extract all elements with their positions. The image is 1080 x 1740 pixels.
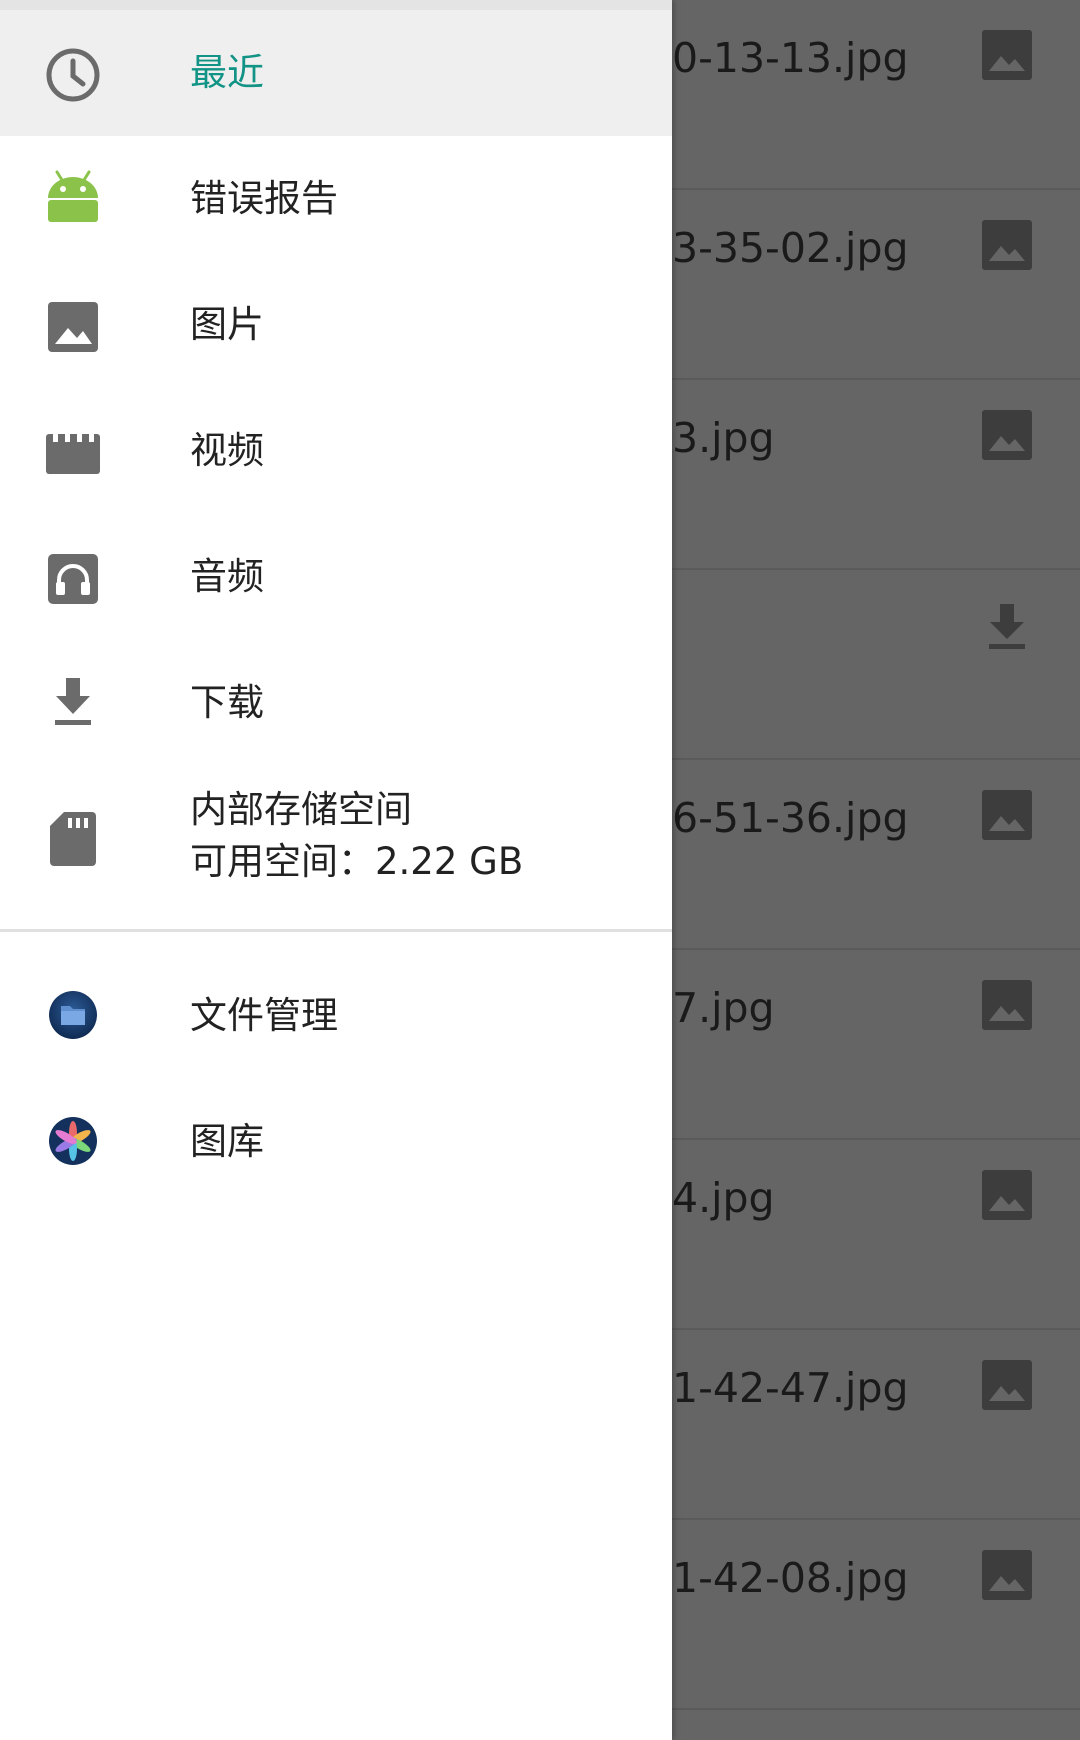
storage-free-space: 可用空间：2.22 GB	[190, 840, 524, 883]
android-icon	[48, 170, 98, 222]
image-icon	[982, 410, 1032, 460]
image-icon	[982, 1360, 1032, 1410]
sd-card-icon	[50, 812, 96, 866]
file-name: 6-51-36.jpg	[672, 794, 909, 842]
video-icon	[46, 434, 100, 474]
file-name: 1-42-47.jpg	[672, 1364, 909, 1412]
nav-item-recent[interactable]: 最近	[0, 10, 672, 136]
file-manager-app-icon	[49, 991, 97, 1039]
nav-item-bug-report[interactable]: 错误报告	[0, 136, 672, 262]
drawer-divider	[0, 929, 672, 932]
nav-item-label: 图片	[190, 303, 264, 346]
image-icon	[982, 220, 1032, 270]
nav-item-label: 视频	[190, 429, 264, 472]
image-icon	[48, 302, 98, 352]
download-icon	[989, 604, 1025, 649]
file-name: 4.jpg	[672, 1174, 775, 1222]
image-icon	[982, 30, 1032, 80]
file-name: 7.jpg	[672, 984, 775, 1032]
nav-item-label: 下载	[190, 681, 264, 724]
audio-icon	[48, 554, 98, 604]
drawer-top-edge	[0, 0, 672, 10]
nav-item-downloads[interactable]: 下载	[0, 640, 672, 766]
nav-item-internal-storage[interactable]: 内部存储空间 可用空间：2.22 GB	[0, 766, 672, 916]
image-icon	[982, 790, 1032, 840]
image-icon	[982, 980, 1032, 1030]
file-name: 0-13-13.jpg	[672, 34, 909, 82]
file-name: 3.jpg	[672, 414, 775, 462]
nav-item-images[interactable]: 图片	[0, 262, 672, 388]
nav-item-file-manager[interactable]: 文件管理	[0, 953, 672, 1079]
nav-item-gallery[interactable]: 图库	[0, 1079, 672, 1205]
clock-icon	[46, 48, 100, 102]
nav-item-videos[interactable]: 视频	[0, 388, 672, 514]
image-icon	[982, 1550, 1032, 1600]
file-name: 3-35-02.jpg	[672, 224, 909, 272]
nav-item-label: 错误报告	[190, 177, 338, 220]
navigation-drawer: 最近 错误报告 图片 视频 音频 下载 内部存储空间 可用空间：2.22 GB …	[0, 0, 672, 1740]
image-icon	[982, 1170, 1032, 1220]
nav-item-label: 文件管理	[190, 994, 338, 1037]
nav-item-label: 音频	[190, 555, 264, 598]
nav-item-label: 图库	[190, 1120, 264, 1163]
storage-text: 内部存储空间 可用空间：2.22 GB	[190, 784, 523, 888]
gallery-app-icon	[49, 1117, 97, 1165]
nav-item-label: 最近	[190, 51, 264, 94]
file-name: 1-42-08.jpg	[672, 1554, 909, 1602]
storage-title: 内部存储空间	[190, 788, 412, 831]
nav-item-audio[interactable]: 音频	[0, 514, 672, 640]
download-icon	[55, 678, 91, 725]
